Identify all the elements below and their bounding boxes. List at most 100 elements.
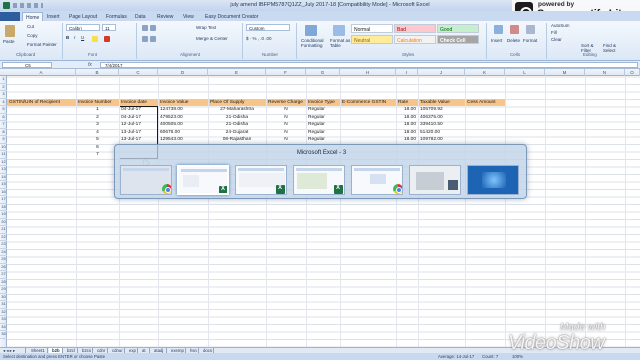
table-header-cell[interactable]: Rate [396,98,418,106]
table-header-cell[interactable]: Taxable Value [418,98,465,106]
table-cell[interactable]: 21-Odisha [210,121,264,129]
table-cell[interactable]: 5 [78,136,117,144]
table-header-cell[interactable]: Invoice Number [76,98,119,106]
row-header[interactable]: 28 [0,279,7,286]
format-as-table-icon[interactable] [333,25,345,36]
align-middle-icon[interactable] [150,25,156,31]
row-header[interactable]: 25 [0,256,7,264]
row-header[interactable]: 32 [0,309,7,316]
row-header[interactable]: 2 [0,84,7,91]
align-top-icon[interactable] [142,25,148,31]
office-button[interactable] [0,12,20,21]
table-cell[interactable]: N [268,136,304,144]
table-cell[interactable]: 18.00 [398,106,416,114]
fx-icon[interactable]: fx [88,62,92,68]
table-cell[interactable]: 60676.00 [160,129,206,137]
column-header-g[interactable]: G [306,69,340,76]
row-header[interactable]: 21 [0,226,7,234]
row-header[interactable]: 29 [0,286,7,294]
column-header-h[interactable]: H [340,69,396,76]
table-cell[interactable]: 24-Gujarat [210,129,264,137]
table-cell[interactable]: 7 [78,151,117,159]
table-cell[interactable]: 18.00 [398,129,416,137]
table-cell[interactable]: 08-Rajasthan [210,136,264,144]
table-cell[interactable]: 6 [78,144,117,152]
table-cell[interactable]: 18.00 [398,136,416,144]
font-name-select[interactable]: Calibri [66,24,100,31]
row-header[interactable]: 10 [0,144,7,151]
table-cell[interactable]: Regular [308,114,338,122]
row-header[interactable]: 19 [0,211,7,219]
table-cell[interactable]: 1 [78,106,117,114]
row-header[interactable]: 5 [0,106,7,114]
formula-input[interactable]: 7/4/2017 [100,62,638,68]
window-thumb-chrome-1[interactable] [120,165,172,195]
window-thumb-desktop[interactable] [467,165,519,195]
window-thumb-excel-3[interactable] [293,165,345,195]
format-cells-button[interactable]: Format [523,38,537,43]
tab-formulas[interactable]: Formulas [103,12,130,21]
column-header-l[interactable]: L [505,69,545,76]
paste-icon[interactable] [5,25,15,37]
table-cell[interactable]: 479523.00 [160,114,206,122]
column-header-i[interactable]: I [396,69,418,76]
number-format-select[interactable]: Custom [246,24,290,31]
row-header[interactable]: 18 [0,204,7,211]
table-cell[interactable]: 129543.00 [160,136,206,144]
zoom-level[interactable]: 100% [512,354,523,359]
table-cell[interactable]: 18.00 [398,121,416,129]
table-cell[interactable]: N [268,129,304,137]
row-header[interactable]: 14 [0,174,7,181]
table-cell[interactable]: 18.00 [398,114,416,122]
style-normal[interactable]: Normal [351,24,393,33]
column-header-d[interactable]: D [158,69,208,76]
table-header-cell[interactable]: GSTIN/UIN of Recipient [7,98,76,106]
column-header-a[interactable]: A [7,69,76,76]
row-header[interactable]: 24 [0,249,7,256]
delete-cells-icon[interactable] [510,25,519,34]
cut-button[interactable]: Cut [27,24,34,29]
wrap-text-button[interactable]: Wrap Text [196,25,216,30]
table-header-cell[interactable]: Place Of Supply [208,98,266,106]
font-size-select[interactable]: 11 [102,24,116,31]
format-as-table-button[interactable]: Format as Table [330,38,352,48]
column-header-c[interactable]: C [119,69,158,76]
column-header-n[interactable]: N [585,69,625,76]
window-thumb-chrome-2[interactable] [351,165,403,195]
row-header[interactable]: 12 [0,159,7,166]
name-box[interactable]: C5 [2,62,52,68]
table-cell[interactable]: Regular [308,136,338,144]
table-cell[interactable]: Regular [308,106,338,114]
column-header-b[interactable]: B [76,69,119,76]
table-cell[interactable]: 4 [78,129,117,137]
table-cell[interactable]: 339410.50 [420,121,463,129]
row-header[interactable]: 7 [0,121,7,129]
tab-page-layout[interactable]: Page Layout [66,12,100,21]
autosum-button[interactable]: AutoSum [551,23,570,28]
insert-cells-button[interactable]: Insert [491,38,502,43]
tab-view[interactable]: View [180,12,197,21]
format-painter-button[interactable]: Format Painter [27,42,57,47]
tab-home[interactable]: Home [22,12,44,21]
table-cell[interactable]: 124738.00 [160,106,206,114]
table-header-cell[interactable]: Invoice Type [306,98,340,106]
style-bad[interactable]: Bad [394,24,436,33]
find-select-button[interactable]: Find & Select [603,43,625,53]
style-calculation[interactable]: Calculation [394,35,436,44]
row-header[interactable]: 8 [0,129,7,136]
table-cell[interactable]: Regular [308,121,338,129]
table-cell[interactable]: 21-Odisha [210,114,264,122]
row-header[interactable]: 15 [0,181,7,189]
clear-button[interactable]: Clear [551,37,562,42]
column-header-e[interactable]: E [208,69,266,76]
table-header-cell[interactable]: Invoice date [119,98,158,106]
row-header[interactable]: 4 [0,99,7,106]
table-cell[interactable]: 400505.00 [160,121,206,129]
underline-button[interactable]: U [81,35,84,40]
column-header-k[interactable]: K [465,69,505,76]
table-cell[interactable]: 105709.92 [420,106,463,114]
row-header[interactable]: 1 [0,76,7,84]
window-thumb-app[interactable] [409,165,461,195]
row-header[interactable]: 26 [0,264,7,271]
table-cell[interactable]: 109782.00 [420,136,463,144]
